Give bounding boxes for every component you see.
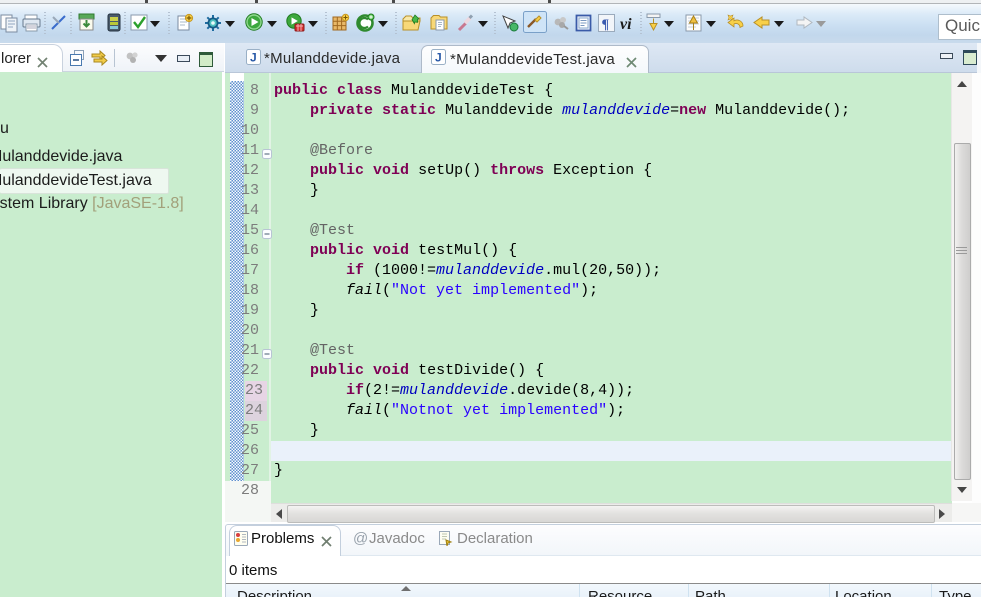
svg-text:vi: vi bbox=[620, 16, 632, 33]
svg-text:J: J bbox=[435, 51, 442, 65]
svg-text:¶: ¶ bbox=[602, 18, 610, 33]
svg-text:J: J bbox=[250, 51, 257, 65]
